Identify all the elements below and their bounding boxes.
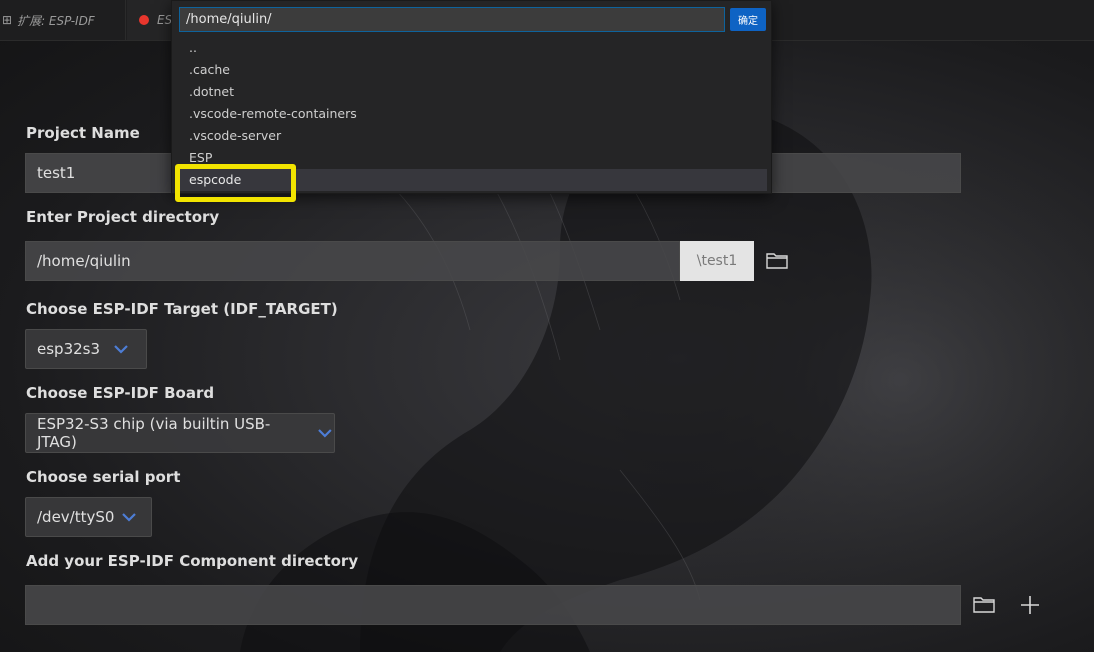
list-item-dotnet[interactable]: .dotnet bbox=[175, 81, 767, 103]
target-select[interactable]: esp32s3 bbox=[25, 329, 147, 369]
project-name-value: test1 bbox=[37, 164, 76, 182]
component-dir-input[interactable] bbox=[25, 585, 961, 625]
project-name-label: Project Name bbox=[26, 124, 140, 142]
serial-port-label: Choose serial port bbox=[26, 468, 181, 486]
project-directory-input[interactable]: /home/qiulin bbox=[25, 241, 680, 281]
target-label: Choose ESP-IDF Target (IDF_TARGET) bbox=[26, 300, 338, 318]
chevron-down-icon bbox=[114, 345, 128, 354]
serial-port-value: /dev/ttyS0 bbox=[37, 508, 115, 526]
esp-logo-icon bbox=[139, 15, 149, 25]
component-folder-button[interactable] bbox=[971, 594, 997, 616]
project-directory-suffix: \test1 bbox=[680, 241, 754, 281]
project-directory-value: /home/qiulin bbox=[37, 252, 131, 270]
list-item-cache[interactable]: .cache bbox=[175, 59, 767, 81]
component-dir-label: Add your ESP-IDF Component directory bbox=[26, 552, 359, 570]
target-value: esp32s3 bbox=[37, 340, 101, 358]
extensions-icon: ⊞ bbox=[2, 13, 13, 27]
tab-label: 扩展: ESP-IDF bbox=[17, 13, 95, 28]
folder-browse-button[interactable] bbox=[764, 250, 790, 272]
folder-icon bbox=[973, 597, 995, 613]
plus-icon bbox=[1021, 596, 1039, 614]
serial-port-select[interactable]: /dev/ttyS0 bbox=[25, 497, 152, 537]
add-component-button[interactable] bbox=[1017, 594, 1043, 616]
chevron-down-icon bbox=[318, 429, 332, 438]
tab-extension-esp-idf[interactable]: ⊞ 扩展: ESP-IDF bbox=[0, 0, 126, 40]
highlight-annotation bbox=[175, 164, 296, 202]
list-item-parent[interactable]: .. bbox=[175, 37, 767, 59]
quick-pick-path-input[interactable]: /home/qiulin/ bbox=[179, 7, 725, 32]
list-item-vscode-server[interactable]: .vscode-server bbox=[175, 125, 767, 147]
folder-icon bbox=[766, 253, 788, 269]
confirm-button[interactable]: 确定 bbox=[730, 8, 766, 31]
project-directory-label: Enter Project directory bbox=[26, 208, 220, 226]
quick-pick-path-value: /home/qiulin/ bbox=[186, 12, 272, 27]
board-label: Choose ESP-IDF Board bbox=[26, 384, 215, 402]
board-value: ESP32-S3 chip (via builtin USB-JTAG) bbox=[37, 415, 271, 451]
board-select[interactable]: ESP32-S3 chip (via builtin USB-JTAG) bbox=[25, 413, 335, 453]
chevron-down-icon bbox=[122, 513, 137, 522]
list-item-vscode-remote-containers[interactable]: .vscode-remote-containers bbox=[175, 103, 767, 125]
